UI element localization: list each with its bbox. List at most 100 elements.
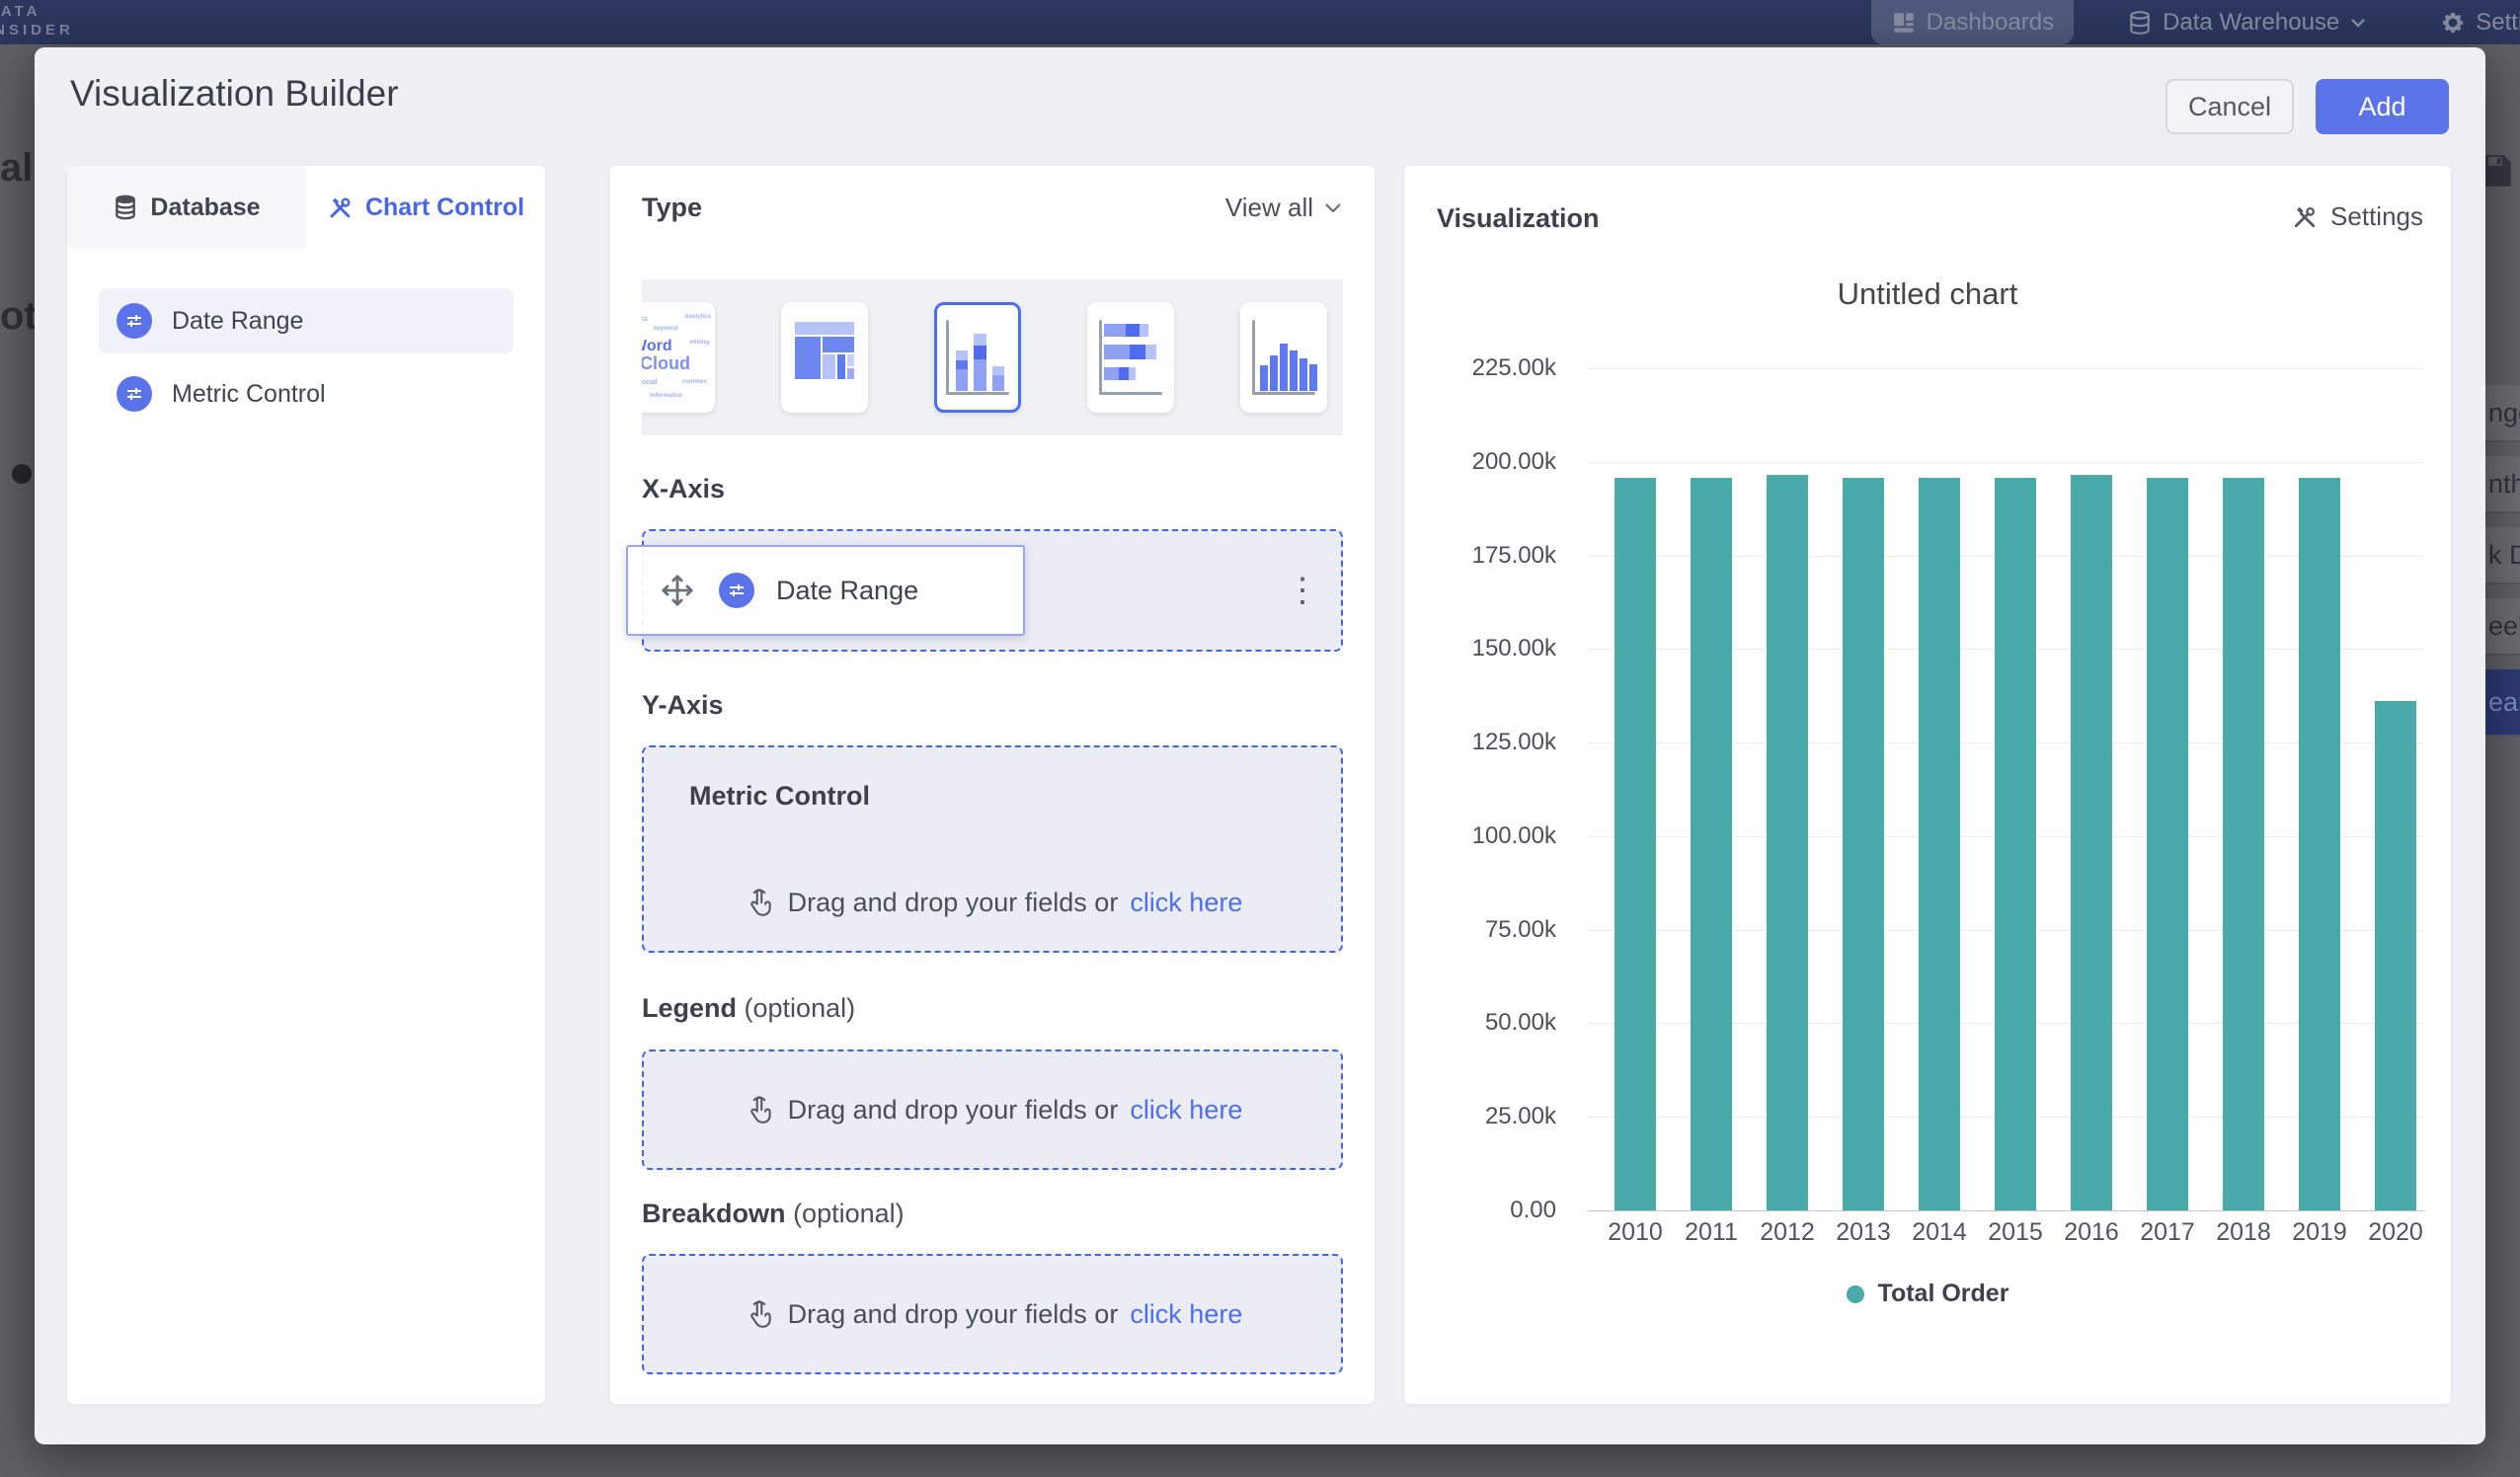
optional-suffix: (optional) — [793, 1199, 905, 1228]
wordcloud-mini-word: information — [650, 393, 682, 399]
y-tick-label: 225.00k — [1472, 354, 1556, 382]
gridline — [1587, 368, 2424, 369]
x-tick-label: 2014 — [1902, 1218, 1977, 1247]
mini-bar — [1280, 344, 1288, 391]
view-all-label: View all — [1225, 193, 1313, 223]
y-tick-label: 75.00k — [1485, 916, 1556, 944]
chart-bar — [1691, 478, 1732, 1210]
mini-bar — [1119, 367, 1129, 380]
click-here-link[interactable]: click here — [1130, 1095, 1242, 1126]
dragged-field-label: Date Range — [776, 576, 918, 606]
legend-marker-icon — [1847, 1285, 1864, 1303]
add-button[interactable]: Add — [2316, 79, 2449, 134]
cancel-button[interactable]: Cancel — [2166, 79, 2294, 134]
chart-bar — [1614, 478, 1656, 1210]
mini-axis — [1099, 392, 1162, 395]
chart-bar — [2375, 701, 2416, 1210]
background-menu-item: k Date — [2485, 527, 2520, 584]
click-here-link[interactable]: click here — [1130, 888, 1242, 918]
x-tick-label: 2020 — [2358, 1218, 2433, 1247]
wordcloud-mini-word: mining — [689, 340, 709, 346]
x-tick-label: 2013 — [1826, 1218, 1901, 1247]
chart-legend: Total Order — [1404, 1280, 2451, 1308]
chart-bar — [1843, 478, 1884, 1210]
chart-type-treemap[interactable] — [781, 302, 868, 413]
view-all-dropdown[interactable]: View all — [1225, 193, 1343, 223]
chart-bar — [1767, 475, 1808, 1210]
mini-bar — [992, 366, 1004, 375]
database-icon — [2127, 10, 2153, 36]
x-tick-label: 2010 — [1598, 1218, 1673, 1247]
y-tick-label: 25.00k — [1485, 1103, 1556, 1130]
chart-type-word-cloud[interactable]: iness Analytics keyword Word mining Clou… — [642, 302, 715, 413]
logo-line-2: INSIDER — [0, 21, 74, 39]
chart-bar — [2147, 478, 2188, 1210]
tap-hand-icon — [743, 1093, 776, 1127]
kebab-menu-icon[interactable]: ⋮ — [1286, 574, 1319, 607]
mini-bar — [974, 346, 986, 359]
nav-dashboards[interactable]: Dashboards — [1871, 0, 2074, 44]
click-here-link[interactable]: click here — [1130, 1299, 1242, 1330]
wordcloud-mini-word: iness — [642, 316, 648, 323]
control-sliders-icon — [117, 376, 152, 412]
chart-control-field-list: Date Range Metric Control — [67, 249, 545, 427]
mini-bar — [1126, 324, 1140, 337]
mini-axis — [1252, 320, 1255, 395]
modal-title: Visualization Builder — [70, 73, 399, 115]
treemap-block — [795, 337, 821, 379]
mini-bar — [1104, 324, 1126, 337]
drop-hint: Drag and drop your fields or click here — [644, 1093, 1341, 1127]
gear-icon — [2440, 10, 2466, 36]
nav-data-warehouse[interactable]: Data Warehouse — [2107, 0, 2387, 44]
mini-bar — [956, 360, 968, 369]
legend-series-label: Total Order — [1878, 1280, 2009, 1308]
logo-line-1: DATA — [0, 2, 74, 21]
gridline — [1587, 1210, 2424, 1211]
nav-dashboards-label: Dashboards — [1927, 9, 2054, 37]
plot-area — [1587, 368, 2424, 1210]
gridline — [1587, 462, 2424, 463]
y-axis-dropzone[interactable]: Metric Control Drag and drop your fields… — [642, 745, 1343, 953]
chart-bar — [1995, 478, 2036, 1210]
mini-bar — [1299, 358, 1307, 391]
chart-type-stacked-column[interactable] — [934, 302, 1021, 413]
dashboards-icon — [1891, 10, 1917, 36]
tab-chart-control[interactable]: Chart Control — [306, 166, 545, 249]
treemap-block — [823, 337, 854, 352]
mini-bar — [974, 359, 986, 391]
tools-icon — [327, 194, 354, 221]
mini-bar — [1270, 355, 1278, 391]
chart-type-stacked-bar[interactable] — [1087, 302, 1174, 413]
optional-suffix: (optional) — [745, 993, 856, 1023]
dragged-field-card[interactable]: Date Range — [626, 545, 1025, 636]
drop-hint-text: Drag and drop your fields or — [788, 1095, 1119, 1126]
tab-database[interactable]: Database — [67, 166, 306, 249]
settings-button[interactable]: Settings — [2291, 201, 2423, 232]
chart-bar — [2071, 475, 2112, 1210]
y-tick-label: 175.00k — [1472, 542, 1556, 570]
tap-hand-icon — [743, 1297, 776, 1331]
application-window: DATA INSIDER Dashboards Data Warehouse — [0, 0, 2520, 1477]
chart-type-column[interactable] — [1240, 302, 1327, 413]
database-icon — [113, 194, 138, 220]
legend-dropzone[interactable]: Drag and drop your fields or click here — [642, 1049, 1343, 1170]
tab-chart-control-label: Chart Control — [365, 194, 524, 222]
nav-settings[interactable]: Settings — [2420, 0, 2520, 44]
field-item-label: Metric Control — [172, 380, 326, 409]
background-bullet — [12, 464, 32, 484]
field-item-date-range[interactable]: Date Range — [99, 288, 513, 353]
drop-hint-text: Drag and drop your fields or — [788, 888, 1119, 918]
wordcloud-mini-word: Cloud — [642, 353, 690, 374]
drop-hint-text: Drag and drop your fields or — [788, 1299, 1119, 1330]
treemap-block — [847, 354, 854, 366]
builder-panel: Type View all iness Analytics keyword Wo… — [610, 166, 1375, 1404]
type-heading: Type — [642, 193, 702, 223]
field-item-metric-control[interactable]: Metric Control — [99, 361, 513, 427]
chart-title: Untitled chart — [1404, 276, 2451, 312]
drop-hint: Drag and drop your fields or click here — [644, 1297, 1341, 1331]
legend-heading-label: Legend — [642, 993, 737, 1023]
y-tick-label: 200.00k — [1472, 448, 1556, 476]
breakdown-dropzone[interactable]: Drag and drop your fields or click here — [642, 1254, 1343, 1374]
move-icon — [658, 571, 697, 610]
background-menu-item: eekly — [2485, 598, 2520, 656]
